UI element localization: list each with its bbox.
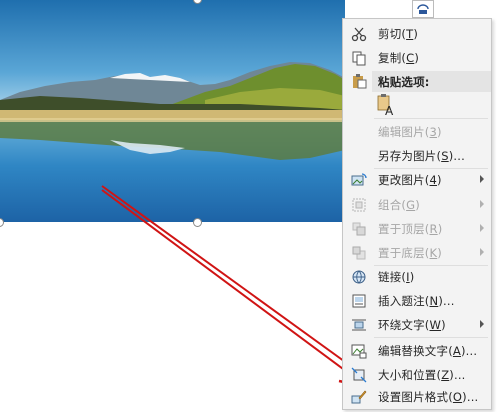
menu-item-label: 编辑替换文字(A)... xyxy=(378,344,478,358)
edit-alt-text-item[interactable]: 编辑替换文字(A)... xyxy=(343,339,491,363)
paste-options-header-row: 粘贴选项: xyxy=(343,69,491,93)
svg-text:A: A xyxy=(385,104,394,117)
menu-item-label: 编辑图片(3) xyxy=(378,125,442,139)
format-picture-item[interactable]: 设置图片格式(O)... xyxy=(343,385,491,409)
menu-item-label: 环绕文字(W) xyxy=(378,318,446,332)
send-to-back-item: 置于底层(K) xyxy=(343,241,491,265)
menu-item-label: 插入题注(N)... xyxy=(378,294,455,308)
insert-caption-item[interactable]: 插入题注(N)... xyxy=(343,289,491,313)
edit-picture-icon xyxy=(350,123,368,141)
paste-options-header: 粘贴选项: xyxy=(372,71,491,92)
wrap-text-item[interactable]: 环绕文字(W) xyxy=(343,313,491,337)
group-item: 组合(G) xyxy=(343,193,491,217)
submenu-arrow-icon xyxy=(480,320,484,328)
change-picture-item[interactable]: 更改图片(4) xyxy=(343,168,491,192)
menu-item-label: 置于底层(K) xyxy=(378,246,442,260)
menu-item-label: 复制(C) xyxy=(378,51,420,65)
menu-item-label: 设置图片格式(O)... xyxy=(378,390,479,404)
paste-keep-text-only-button[interactable]: A xyxy=(374,93,398,118)
edit-picture-item: 编辑图片(3) xyxy=(343,120,491,144)
link-item[interactable]: 链接(I) xyxy=(343,265,491,289)
context-menu: 粘贴选项: A 剪切(T) 复制(C) 编辑图片(3) 另存为图片(S)... 更改图片… xyxy=(342,18,492,410)
menu-item-label: 剪切(T) xyxy=(378,27,419,41)
send-to-back-icon xyxy=(350,244,368,262)
menu-item-label: 链接(I) xyxy=(378,270,415,284)
blank-icon xyxy=(350,147,368,165)
change-picture-icon xyxy=(350,171,368,189)
wrap-text-icon xyxy=(350,316,368,334)
scissors-icon xyxy=(350,25,368,43)
paste-icon xyxy=(350,72,368,90)
link-icon xyxy=(350,268,368,286)
keep-text-only-icon: A xyxy=(377,94,394,118)
menu-separator xyxy=(374,118,488,119)
menu-item-label: 另存为图片(S)... xyxy=(378,149,465,163)
menu-item-label: 置于顶层(R) xyxy=(378,222,443,236)
menu-item-label: 大小和位置(Z)... xyxy=(378,368,466,382)
menu-item-label: 更改图片(4) xyxy=(378,173,442,187)
bring-to-front-icon xyxy=(350,220,368,238)
group-icon xyxy=(350,196,368,214)
copy-item[interactable]: 复制(C) xyxy=(343,46,491,70)
submenu-arrow-icon xyxy=(480,175,484,183)
size-position-item[interactable]: 大小和位置(Z)... xyxy=(343,363,491,387)
menu-item-label: 组合(G) xyxy=(378,198,420,212)
menu-separator xyxy=(374,337,488,338)
paste-options-label: 粘贴选项: xyxy=(378,75,430,89)
caption-icon xyxy=(350,292,368,310)
submenu-arrow-icon xyxy=(480,224,484,232)
format-picture-icon xyxy=(350,388,368,406)
submenu-arrow-icon xyxy=(480,248,484,256)
alt-text-icon xyxy=(350,342,368,360)
save-as-picture-item[interactable]: 另存为图片(S)... xyxy=(343,144,491,168)
document-canvas: 粘贴选项: A 剪切(T) 复制(C) 编辑图片(3) 另存为图片(S)... 更改图片… xyxy=(0,0,500,412)
cut-item[interactable]: 剪切(T) xyxy=(343,22,491,46)
size-position-icon xyxy=(350,366,368,384)
copy-icon xyxy=(350,49,368,67)
submenu-arrow-icon xyxy=(480,200,484,208)
bring-to-front-item: 置于顶层(R) xyxy=(343,217,491,241)
